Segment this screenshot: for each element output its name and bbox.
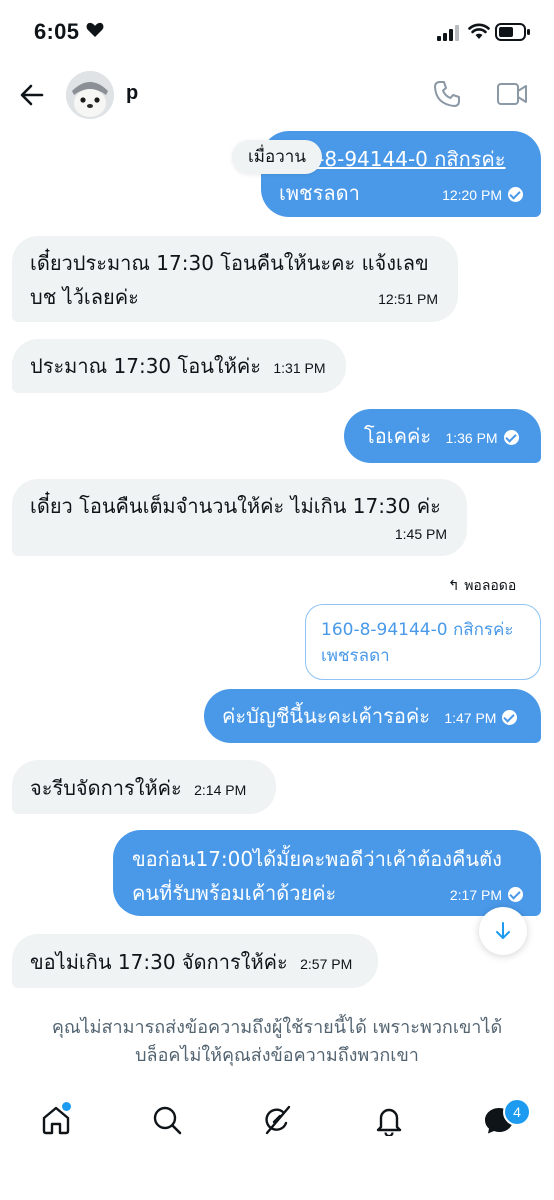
wifi-icon	[468, 23, 490, 39]
message-text: คนที่รับพร้อมเค้าด้วยค่ะ	[132, 881, 337, 905]
reply-indicator: ↰ พอลอดอ	[448, 575, 516, 597]
avatar[interactable]	[66, 71, 114, 119]
video-call-icon[interactable]	[496, 81, 528, 107]
reply-arrow-icon: ↰	[448, 578, 460, 594]
message-text: ขอไม่เกิน 17:30 จัดการให้ค่ะ	[30, 950, 288, 974]
message-bubble-incoming[interactable]: เดี๋ยว โอนคืนเต็มจำนวนให้ค่ะ ไม่เกิน 17:…	[12, 479, 467, 556]
conversation-header: p	[0, 64, 554, 126]
blocked-notice-text: คุณไม่สามารถส่งข้อความถึงผู้ใช้รายนี้ได้…	[51, 1017, 503, 1038]
message-bubble-incoming[interactable]: เดี๋ยวประมาณ 17:30 โอนคืนให้นะคะ แจ้งเลข…	[12, 236, 458, 322]
blocked-notice-text: บล็อคไม่ให้คุณส่งข้อความถึงพวกเขา	[135, 1045, 419, 1066]
read-check-icon	[508, 887, 523, 902]
quoted-text: 160-8-94144-0 กสิกรค่ะ	[321, 620, 514, 640]
message-timestamp: 2:14 PM	[194, 782, 247, 798]
message-text: เดี๋ยว โอนคืนเต็มจำนวนให้ค่ะ ไม่เกิน 17:…	[30, 494, 441, 518]
message-timestamp: 12:20 PM	[442, 187, 502, 203]
message-bubble-outgoing[interactable]: ค่ะบัญชีนี้นะคะเค้ารอค่ะ 1:47 PM	[204, 689, 541, 743]
message-bubble-outgoing[interactable]: ขอก่อน17:00ได้มั้ยคะพอดีว่าเค้าต้องคืนตั…	[113, 830, 541, 916]
message-text: ค่ะบัญชีนี้นะคะเค้ารอค่ะ	[222, 704, 430, 728]
message-bubble-incoming[interactable]: ขอไม่เกิน 17:30 จัดการให้ค่ะ 2:57 PM	[12, 934, 378, 988]
message-timestamp: 1:47 PM	[444, 710, 497, 726]
arrow-down-icon	[496, 922, 510, 939]
grok-icon[interactable]	[261, 1104, 293, 1136]
read-check-icon	[502, 710, 518, 725]
date-divider: เมื่อวาน	[232, 140, 322, 174]
quoted-text: เพชรลดา	[321, 646, 390, 666]
message-text: ประมาณ 17:30 โอนให้ค่ะ	[30, 354, 261, 378]
battery-icon	[495, 23, 530, 41]
heart-icon	[86, 22, 104, 37]
blocked-notice: คุณไม่สามารถส่งข้อความถึงผู้ใช้รายนี้ได้…	[0, 1014, 554, 1070]
scroll-to-bottom-button[interactable]	[479, 907, 527, 955]
message-text: โอเคค่ะ	[364, 424, 432, 448]
phone-call-icon[interactable]	[432, 79, 462, 109]
back-arrow-icon[interactable]	[18, 81, 46, 109]
bottom-nav: 4	[0, 1096, 554, 1156]
message-timestamp: 12:51 PM	[378, 291, 438, 307]
message-text: เพชรลดา	[279, 181, 360, 205]
message-text: บช ไว้เลยค่ะ	[30, 285, 139, 309]
message-bubble-incoming[interactable]: ประมาณ 17:30 โอนให้ค่ะ 1:31 PM	[12, 339, 346, 393]
message-timestamp: 2:57 PM	[300, 956, 353, 972]
message-bubble-outgoing[interactable]: โอเคค่ะ 1:36 PM	[344, 409, 541, 463]
unread-dot	[62, 1102, 71, 1111]
read-check-icon	[503, 430, 519, 445]
contact-name[interactable]: p	[126, 82, 138, 105]
signal-icon	[437, 25, 459, 41]
message-text: ขอก่อน17:00ได้มั้ยคะพอดีว่าเค้าต้องคืนตั…	[132, 847, 502, 871]
message-timestamp: 1:36 PM	[445, 430, 498, 446]
read-check-icon	[508, 187, 523, 202]
search-icon[interactable]	[151, 1104, 183, 1136]
message-text: เดี๋ยวประมาณ 17:30 โอนคืนให้นะคะ แจ้งเลข	[30, 251, 429, 275]
message-text: จะรีบจัดการให้ค่ะ	[30, 776, 182, 800]
message-timestamp: 2:17 PM	[449, 887, 502, 903]
reply-label: พอลอดอ	[464, 578, 517, 594]
status-time: 6:05	[34, 19, 80, 44]
notifications-icon[interactable]	[373, 1104, 405, 1136]
message-timestamp: 1:31 PM	[273, 360, 326, 376]
quoted-message[interactable]: 160-8-94144-0 กสิกรค่ะ เพชรลดา	[305, 604, 541, 680]
message-timestamp: 1:45 PM	[394, 526, 447, 542]
message-bubble-incoming[interactable]: จะรีบจัดการให้ค่ะ 2:14 PM	[12, 760, 276, 814]
status-bar: 6:05	[0, 0, 554, 64]
messages-badge: 4	[503, 1098, 531, 1126]
